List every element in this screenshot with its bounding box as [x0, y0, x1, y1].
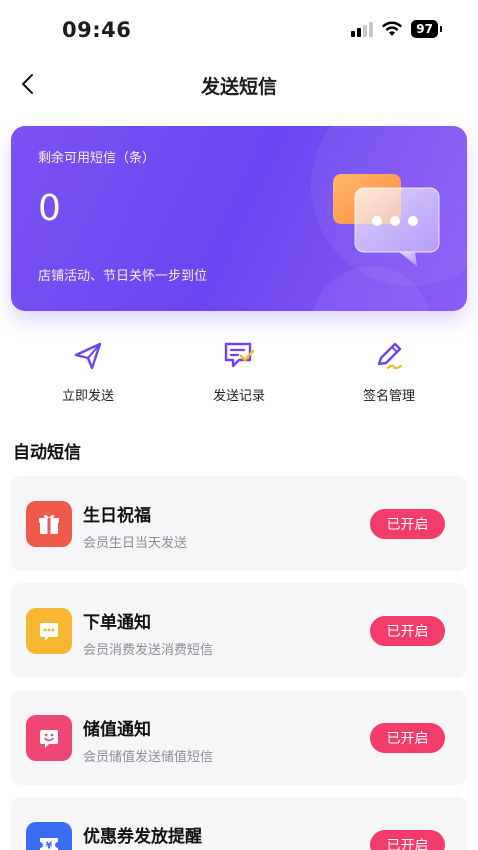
- smile-chat-icon: [26, 715, 72, 761]
- gift-icon: [26, 501, 72, 547]
- status-toggle-button[interactable]: 已开启: [370, 723, 445, 753]
- quick-actions: 立即发送 发送记录 签名管理: [0, 336, 478, 416]
- page-title: 发送短信: [200, 76, 277, 98]
- nav-bar: 发送短信: [0, 62, 478, 106]
- send-icon: [68, 336, 108, 376]
- send-now-label: 立即发送: [61, 389, 114, 404]
- balance-count: 0: [38, 188, 61, 229]
- auto-sms-birthday[interactable]: 生日祝福 会员生日当天发送 已开启: [11, 476, 467, 571]
- auto-sms-coupon[interactable]: ¥ 优惠券发放提醒 已开启: [11, 797, 467, 850]
- record-icon: [219, 336, 259, 376]
- send-now-button[interactable]: 立即发送: [28, 336, 148, 416]
- auto-sms-title: 储值通知: [83, 720, 151, 740]
- message-bubbles-icon: [333, 174, 440, 266]
- status-icons: 97: [351, 20, 442, 38]
- chat-icon: [26, 608, 72, 654]
- auto-sms-desc: 会员生日当天发送: [83, 536, 188, 551]
- signal-icon: [351, 21, 374, 37]
- auto-sms-recharge[interactable]: 储值通知 会员储值发送储值短信 已开启: [11, 690, 467, 785]
- auto-sms-title: 优惠券发放提醒: [83, 827, 202, 847]
- battery-icon: 97: [411, 20, 442, 38]
- signature-management-button[interactable]: 签名管理: [329, 336, 449, 416]
- pen-icon: [369, 336, 409, 376]
- balance-label: 剩余可用短信（条）: [38, 151, 156, 166]
- status-time: 09:46: [62, 18, 132, 42]
- status-toggle-button[interactable]: 已开启: [370, 616, 445, 646]
- balance-subtitle: 店铺活动、节日关怀一步到位: [38, 269, 208, 284]
- section-title-auto-sms: 自动短信: [13, 443, 81, 463]
- svg-text:¥: ¥: [46, 841, 53, 850]
- status-toggle-button[interactable]: 已开启: [370, 830, 445, 850]
- wifi-icon: [382, 21, 403, 36]
- coupon-icon: ¥: [26, 822, 72, 850]
- sms-balance-card: 剩余可用短信（条） 0 店铺活动、节日关怀一步到位: [11, 126, 467, 311]
- status-toggle-button[interactable]: 已开启: [370, 509, 445, 539]
- status-bar: 09:46 97: [0, 0, 478, 62]
- send-records-button[interactable]: 发送记录: [179, 336, 299, 416]
- send-records-label: 发送记录: [212, 389, 265, 404]
- signature-management-label: 签名管理: [362, 389, 415, 404]
- auto-sms-title: 下单通知: [83, 613, 151, 633]
- auto-sms-desc: 会员消费发送消费短信: [83, 643, 214, 658]
- auto-sms-order[interactable]: 下单通知 会员消费发送消费短信 已开启: [11, 583, 467, 678]
- auto-sms-title: 生日祝福: [83, 506, 151, 526]
- auto-sms-desc: 会员储值发送储值短信: [83, 750, 214, 765]
